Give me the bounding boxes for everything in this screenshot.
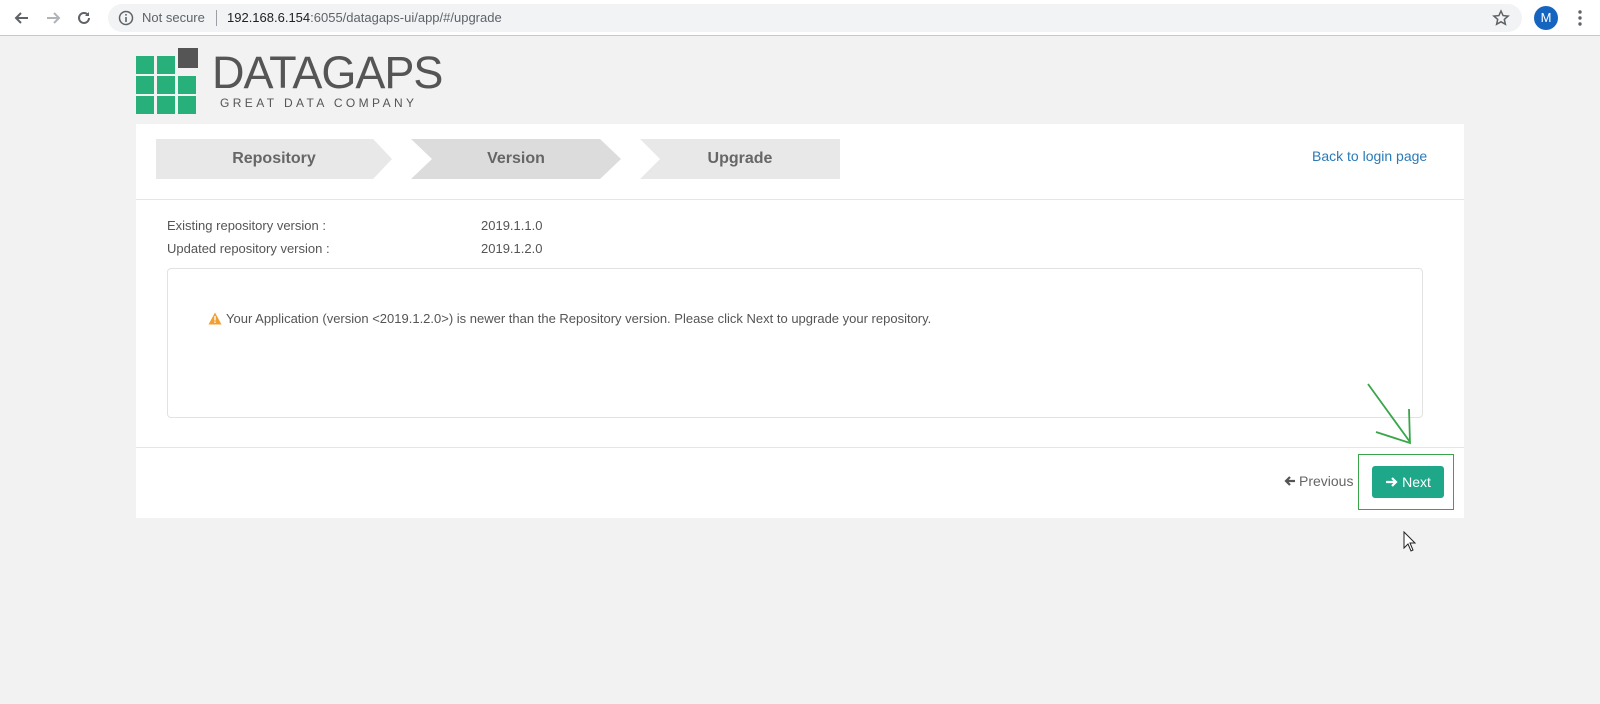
back-to-login-link[interactable]: Back to login page (1312, 148, 1427, 164)
next-label: Next (1402, 474, 1431, 490)
security-label: Not secure (142, 10, 205, 25)
step-upgrade: Upgrade (640, 139, 840, 179)
divider (216, 10, 217, 26)
mouse-cursor-icon (1403, 530, 1417, 552)
url-text[interactable]: 192.168.6.154:6055/datagaps-ui/app/#/upg… (227, 10, 502, 25)
profile-avatar[interactable]: M (1534, 6, 1558, 30)
wizard-steps: Repository Version Upgrade Back to login… (136, 124, 1464, 200)
next-button[interactable]: Next (1372, 466, 1444, 498)
message-box: Your Application (version <2019.1.2.0>) … (167, 268, 1423, 418)
existing-version-value: 2019.1.1.0 (481, 218, 543, 233)
warning-message: Your Application (version <2019.1.2.0>) … (208, 311, 931, 326)
datagaps-logo: DATAGAPS GREAT DATA COMPANY (136, 48, 443, 114)
updated-version-label: Updated repository version : (167, 241, 330, 256)
forward-arrow-icon[interactable] (41, 6, 65, 30)
wizard-footer: Previous Next (136, 447, 1464, 518)
step-repository: Repository (156, 139, 392, 179)
info-icon[interactable] (118, 10, 134, 31)
step-version: Version (411, 139, 621, 179)
reload-icon[interactable] (72, 6, 96, 30)
back-arrow-icon[interactable] (10, 6, 34, 30)
bookmark-star-icon[interactable] (1492, 9, 1510, 32)
url-host: 192.168.6.154 (227, 10, 311, 25)
arrow-right-icon (1386, 477, 1398, 487)
warning-text: Your Application (version <2019.1.2.0>) … (226, 311, 932, 326)
upgrade-panel: Repository Version Upgrade Back to login… (136, 124, 1464, 518)
warning-icon (208, 312, 222, 325)
address-bar[interactable]: Not secure 192.168.6.154:6055/datagaps-u… (108, 4, 1522, 32)
logo-wordmark: DATAGAPS (212, 47, 443, 98)
updated-version-value: 2019.1.2.0 (481, 241, 543, 256)
url-path: :6055/datagaps-ui/app/#/upgrade (310, 10, 502, 25)
existing-version-label: Existing repository version : (167, 218, 326, 233)
previous-label: Previous (1299, 473, 1354, 489)
browser-toolbar: Not secure 192.168.6.154:6055/datagaps-u… (0, 0, 1600, 36)
logo-tagline: GREAT DATA COMPANY (220, 96, 418, 110)
logo-grid-icon (136, 48, 200, 114)
arrow-left-icon (1284, 476, 1295, 486)
browser-menu-icon[interactable] (1572, 6, 1588, 30)
previous-button[interactable]: Previous (1284, 473, 1353, 489)
